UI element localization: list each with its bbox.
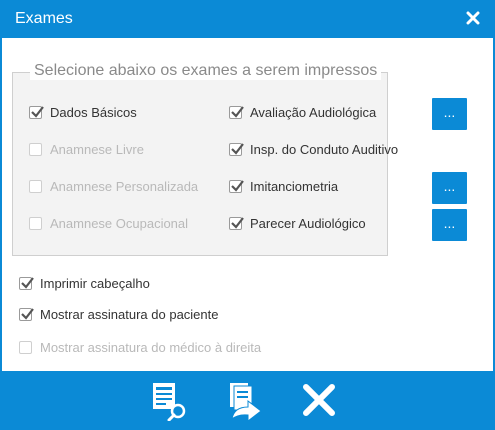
avaliacao-audiologica-options-button[interactable]: ... [432, 98, 467, 130]
checkbox-avaliacao-audiologica[interactable]: Avaliação Audiológica [229, 103, 376, 121]
checkbox-label: Mostrar assinatura do paciente [40, 306, 219, 322]
checkbox-box[interactable] [229, 179, 244, 193]
checkbox-anamnese-ocupacional[interactable]: Anamnese Ocupacional [29, 214, 188, 232]
checkbox-anamnese-personalizada[interactable]: Anamnese Personalizada [29, 177, 198, 195]
parecer-audiologico-options-button[interactable]: ... [432, 209, 467, 241]
checkbox-imprimir-cabecalho[interactable]: Imprimir cabeçalho [19, 274, 150, 292]
checkbox-box[interactable] [229, 216, 244, 230]
checkbox-anamnese-livre[interactable]: Anamnese Livre [29, 140, 144, 158]
checkbox-parecer-audiologico[interactable]: Parecer Audiológico [229, 214, 366, 232]
checkbox-box[interactable] [229, 105, 244, 119]
checkbox-label: Insp. do Conduto Auditivo [250, 141, 399, 157]
export-document-icon[interactable] [224, 379, 266, 421]
footer-toolbar [0, 371, 495, 430]
checkbox-label: Parecer Audiológico [250, 215, 366, 231]
exams-group: Selecione abaixo os exames a serem impre… [12, 62, 398, 256]
checkbox-dados-basicos[interactable]: Dados Básicos [29, 103, 137, 121]
checkbox-box[interactable] [29, 179, 42, 193]
checkbox-insp-conduto-auditivo[interactable]: Insp. do Conduto Auditivo [229, 140, 398, 158]
checkbox-label: Avaliação Audiológica [250, 104, 377, 120]
exames-dialog: Exames Selecione abaixo os exames a sere… [0, 0, 495, 430]
checkbox-box[interactable] [19, 340, 32, 354]
checkbox-label: Imitanciometria [250, 178, 339, 194]
dialog-body: Selecione abaixo os exames a serem impre… [2, 38, 493, 371]
checkbox-label: Dados Básicos [50, 104, 137, 120]
checkbox-box[interactable] [19, 307, 34, 321]
checkbox-box[interactable] [229, 142, 244, 156]
checkbox-label: Anamnese Ocupacional [50, 215, 189, 231]
checkbox-label: Anamnese Livre [50, 141, 144, 157]
checkbox-label: Imprimir cabeçalho [40, 275, 150, 291]
checkbox-box[interactable] [29, 216, 42, 230]
checkbox-label: Anamnese Personalizada [50, 178, 199, 194]
preview-document-icon[interactable] [148, 379, 190, 421]
close-icon[interactable] [466, 11, 480, 25]
checkbox-label: Mostrar assinatura do médico à direita [40, 339, 262, 355]
checkbox-box[interactable] [29, 105, 44, 119]
group-legend: Selecione abaixo os exames a serem impre… [30, 62, 382, 80]
close-icon[interactable] [298, 379, 340, 421]
checkbox-imitanciometria[interactable]: Imitanciometria [229, 177, 338, 195]
checkbox-box[interactable] [29, 142, 42, 156]
checkbox-box[interactable] [19, 276, 34, 290]
dialog-title: Exames [15, 10, 73, 27]
checkbox-assinatura-paciente[interactable]: Mostrar assinatura do paciente [19, 305, 218, 323]
imitanciometria-options-button[interactable]: ... [432, 172, 467, 204]
title-bar: Exames [0, 0, 495, 38]
checkbox-assinatura-medico[interactable]: Mostrar assinatura do médico à direita [19, 338, 261, 356]
